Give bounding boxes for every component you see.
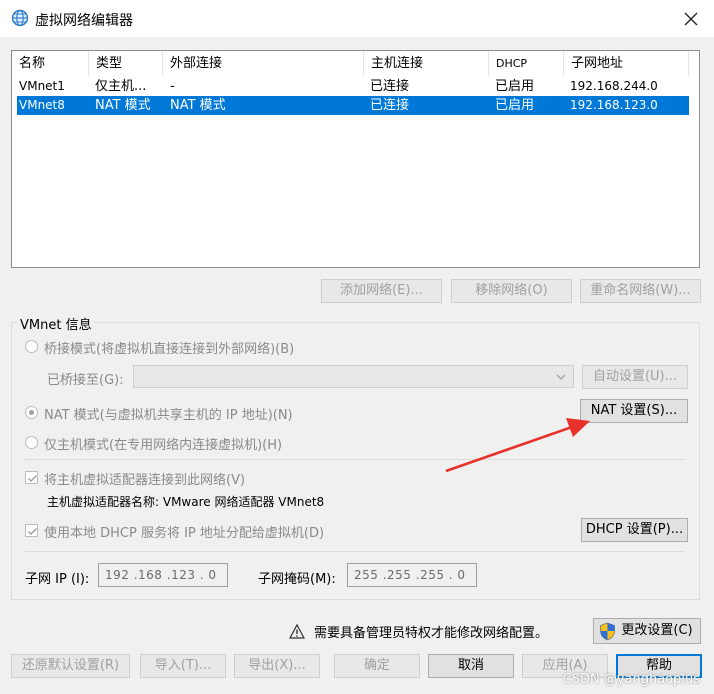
warning-icon <box>288 623 306 643</box>
vmnet-info-group <box>11 322 700 600</box>
cell-host: 已连接 <box>370 79 410 94</box>
vmnet-info-title: VMnet 信息 <box>18 314 94 333</box>
bridge-mode-label: 桥接模式(将虚拟机直接连接到外部网络)(B) <box>44 342 295 357</box>
connect-adapter-checkbox[interactable] <box>25 471 38 484</box>
watermark: CSDN @yanghaoplus <box>562 672 700 687</box>
divider <box>25 459 685 460</box>
window-title: 虚拟网络编辑器 <box>35 13 133 29</box>
subnet-mask-label: 子网掩码(M): <box>258 572 336 587</box>
auto-settings-button[interactable]: 自动设置(U)... <box>582 365 688 389</box>
ok-button[interactable]: 确定 <box>334 654 420 678</box>
uac-shield-icon <box>599 622 616 650</box>
column-header-host[interactable]: 主机连接 <box>364 51 489 76</box>
column-header-dhcp[interactable]: DHCP <box>489 51 564 76</box>
cell-type: 仅主机... <box>95 79 147 94</box>
title-bar: 虚拟网络编辑器 <box>0 0 714 37</box>
list-header: 名称 类型 外部连接 主机连接 DHCP 子网地址 <box>12 51 699 76</box>
import-button[interactable]: 导入(T)... <box>140 654 226 678</box>
change-settings-label: 更改设置(C) <box>621 623 693 638</box>
use-dhcp-label: 使用本地 DHCP 服务将 IP 地址分配给虚拟机(D) <box>44 526 325 541</box>
table-row[interactable]: VMnet1 仅主机... - 已连接 已启用 192.168.244.0 <box>17 77 689 96</box>
add-network-button[interactable]: 添加网络(E)... <box>321 279 442 303</box>
bridged-to-label: 已桥接至(G): <box>47 373 124 388</box>
checkmark-icon <box>27 474 38 483</box>
divider <box>25 551 685 552</box>
dhcp-settings-button[interactable]: DHCP 设置(P)... <box>581 518 688 542</box>
cell-name: VMnet8 <box>19 98 65 112</box>
bridged-to-select[interactable] <box>133 365 574 388</box>
cancel-button[interactable]: 取消 <box>428 654 514 678</box>
subnet-ip-field[interactable]: 192 .168 .123 . 0 <box>98 563 228 587</box>
cell-dhcp: 已启用 <box>495 79 535 94</box>
globe-network-icon <box>11 9 29 27</box>
close-icon <box>680 8 702 30</box>
cell-type: NAT 模式 <box>95 98 151 113</box>
cell-host: 已连接 <box>370 98 410 113</box>
network-list[interactable]: 名称 类型 外部连接 主机连接 DHCP 子网地址 VMnet1 仅主机... … <box>11 50 700 268</box>
column-header-type[interactable]: 类型 <box>89 51 163 76</box>
remove-network-button[interactable]: 移除网络(O) <box>451 279 572 303</box>
chevron-down-icon <box>555 371 567 386</box>
nat-mode-label: NAT 模式(与虚拟机共享主机的 IP 地址)(N) <box>44 408 293 423</box>
nat-settings-button[interactable]: NAT 设置(S)... <box>580 399 688 423</box>
close-button[interactable] <box>680 8 702 30</box>
connect-adapter-label: 将主机虚拟适配器连接到此网络(V) <box>44 473 246 488</box>
cell-subnet: 192.168.244.0 <box>570 79 658 93</box>
bridge-mode-radio[interactable] <box>25 340 38 353</box>
use-dhcp-checkbox[interactable] <box>25 524 38 537</box>
column-header-external[interactable]: 外部连接 <box>163 51 364 76</box>
column-header-subnet[interactable]: 子网地址 <box>564 51 689 76</box>
nat-mode-radio[interactable] <box>25 406 38 419</box>
change-settings-button[interactable]: 更改设置(C) <box>593 618 701 644</box>
export-button[interactable]: 导出(X)... <box>234 654 320 678</box>
cell-external: NAT 模式 <box>170 98 226 113</box>
subnet-ip-label: 子网 IP (I): <box>25 572 90 587</box>
subnet-mask-field[interactable]: 255 .255 .255 . 0 <box>347 563 477 587</box>
host-only-radio[interactable] <box>25 436 38 449</box>
column-header-name[interactable]: 名称 <box>12 51 89 76</box>
admin-warning-text: 需要具备管理员特权才能修改网络配置。 <box>314 626 549 641</box>
checkmark-icon <box>27 527 38 536</box>
adapter-name-text: 主机虚拟适配器名称: VMware 网络适配器 VMnet8 <box>47 495 325 509</box>
cell-external: - <box>170 79 175 94</box>
rename-network-button[interactable]: 重命名网络(W)... <box>580 279 701 303</box>
table-row-selected[interactable]: VMnet8 NAT 模式 NAT 模式 已连接 已启用 192.168.123… <box>17 96 689 115</box>
cell-name: VMnet1 <box>19 79 65 93</box>
restore-defaults-button[interactable]: 还原默认设置(R) <box>11 654 130 678</box>
cell-subnet: 192.168.123.0 <box>570 98 658 112</box>
host-only-label: 仅主机模式(在专用网络内连接虚拟机)(H) <box>44 438 283 453</box>
cell-dhcp: 已启用 <box>495 98 535 113</box>
